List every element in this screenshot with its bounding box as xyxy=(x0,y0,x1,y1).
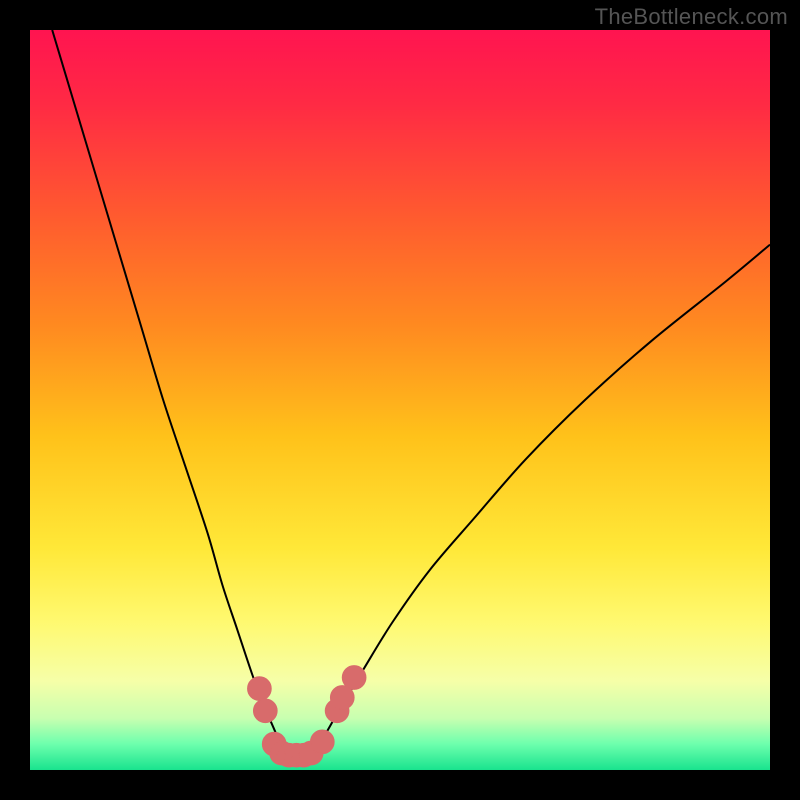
bottleneck-chart xyxy=(30,30,770,770)
watermark-text: TheBottleneck.com xyxy=(595,4,788,30)
curve-marker xyxy=(342,666,366,690)
curve-marker xyxy=(310,730,334,754)
curve-marker xyxy=(248,677,272,701)
curve-marker xyxy=(253,699,277,723)
chart-frame: TheBottleneck.com xyxy=(0,0,800,800)
chart-background xyxy=(30,30,770,770)
